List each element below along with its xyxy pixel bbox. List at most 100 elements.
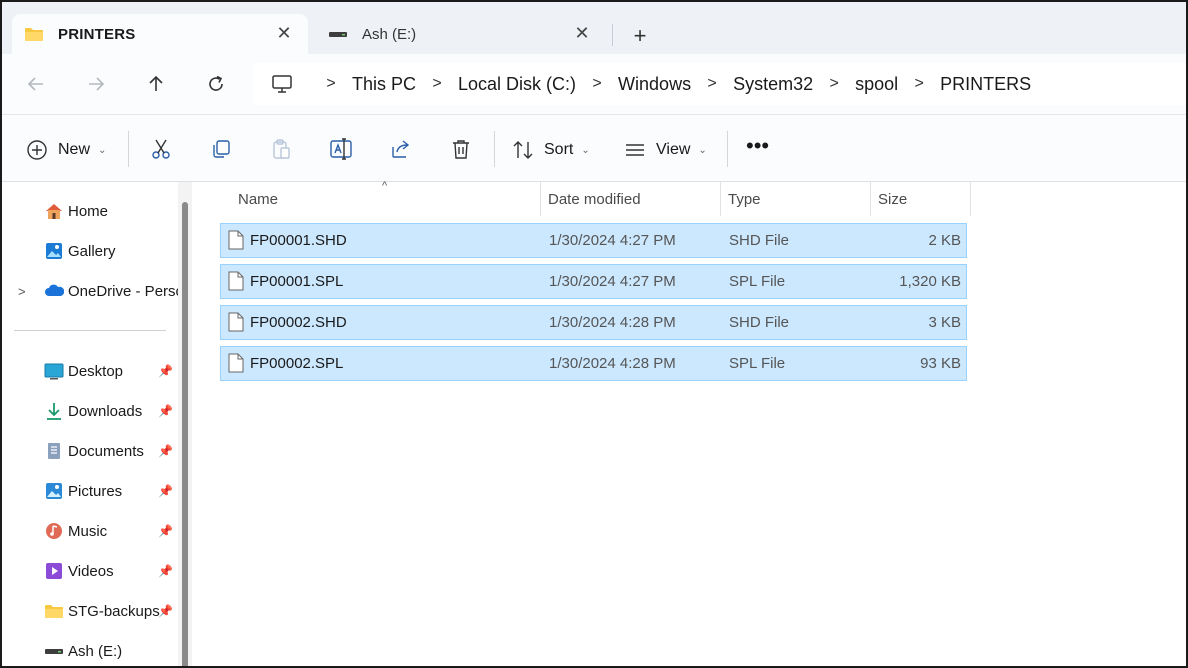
sidebar-item-label: Home bbox=[68, 202, 109, 220]
chevron-right-icon[interactable]: > bbox=[904, 75, 934, 93]
more-options-icon[interactable]: ••• bbox=[746, 131, 769, 161]
chevron-right-icon[interactable]: > bbox=[582, 75, 612, 93]
column-divider[interactable] bbox=[540, 182, 541, 216]
pin-icon[interactable]: 📌 bbox=[158, 404, 173, 418]
column-divider[interactable] bbox=[970, 182, 971, 216]
file-row[interactable]: FP00002.SHD 1/30/2024 4:28 PM SHD File 3… bbox=[220, 305, 967, 340]
pin-icon[interactable]: 📌 bbox=[158, 484, 173, 498]
column-header-name[interactable]: Name bbox=[238, 182, 278, 216]
breadcrumb-spool[interactable]: spool bbox=[855, 74, 898, 95]
sidebar-item-onedrive[interactable]: > OneDrive - Perso bbox=[2, 273, 178, 309]
sidebar-item-downloads[interactable]: Downloads 📌 bbox=[2, 393, 178, 429]
new-button[interactable]: New ⌄ bbox=[26, 135, 106, 165]
chevron-down-icon: ⌄ bbox=[581, 144, 590, 156]
sidebar-scrollbar-thumb[interactable] bbox=[182, 202, 188, 666]
back-button[interactable] bbox=[20, 68, 52, 100]
videos-icon bbox=[46, 563, 62, 579]
file-date-modified: 1/30/2024 4:27 PM bbox=[549, 232, 676, 249]
address-bar[interactable]: > This PC > Local Disk (C:) > Windows > … bbox=[254, 63, 1186, 105]
sidebar-item-videos[interactable]: Videos 📌 bbox=[2, 553, 178, 589]
up-button[interactable] bbox=[140, 68, 172, 100]
tab-printers[interactable]: PRINTERS ✕ bbox=[12, 14, 308, 54]
toolbar-divider bbox=[128, 131, 129, 167]
file-icon bbox=[228, 230, 244, 250]
file-type: SPL File bbox=[729, 273, 786, 290]
pin-icon[interactable]: 📌 bbox=[158, 364, 173, 378]
file-type: SPL File bbox=[729, 355, 786, 372]
chevron-right-icon[interactable]: > bbox=[697, 75, 727, 93]
delete-icon[interactable] bbox=[449, 137, 473, 161]
close-tab-icon[interactable]: ✕ bbox=[274, 23, 294, 43]
chevron-right-icon[interactable]: > bbox=[422, 75, 452, 93]
sidebar-item-stg-backups[interactable]: STG-backups 📌 bbox=[2, 593, 178, 629]
forward-button[interactable] bbox=[80, 68, 112, 100]
sort-ascending-icon: ^ bbox=[382, 180, 388, 192]
file-name: FP00002.SHD bbox=[250, 314, 347, 331]
share-icon[interactable] bbox=[389, 137, 413, 161]
drive-icon bbox=[45, 649, 63, 654]
pin-icon[interactable]: 📌 bbox=[158, 564, 173, 578]
new-tab-button[interactable]: + bbox=[626, 22, 654, 50]
file-row[interactable]: FP00001.SHD 1/30/2024 4:27 PM SHD File 2… bbox=[220, 223, 967, 258]
pin-icon[interactable]: 📌 bbox=[158, 524, 173, 538]
breadcrumb-system32[interactable]: System32 bbox=[733, 74, 813, 95]
column-header-type[interactable]: Type bbox=[728, 182, 761, 216]
plus-circle-icon bbox=[27, 140, 47, 160]
file-row[interactable]: FP00002.SPL 1/30/2024 4:28 PM SPL File 9… bbox=[220, 346, 967, 381]
file-icon bbox=[228, 353, 244, 373]
chevron-right-icon[interactable]: > bbox=[18, 284, 26, 299]
sort-button[interactable]: Sort ⌄ bbox=[512, 135, 590, 165]
chevron-right-icon[interactable]: > bbox=[316, 75, 346, 93]
view-button[interactable]: View ⌄ bbox=[624, 135, 707, 165]
rename-icon[interactable] bbox=[329, 137, 353, 161]
command-bar: New ⌄ Sort ⌄ View ⌄ ••• bbox=[2, 114, 1186, 182]
onedrive-icon bbox=[45, 284, 64, 296]
file-name: FP00001.SPL bbox=[250, 273, 344, 290]
view-label: View bbox=[656, 141, 691, 158]
file-explorer-window: PRINTERS ✕ Ash (E:) ✕ + > This PC > Loca… bbox=[0, 0, 1188, 668]
file-type: SHD File bbox=[729, 314, 790, 331]
file-date-modified: 1/30/2024 4:27 PM bbox=[549, 273, 676, 290]
file-row[interactable]: FP00001.SPL 1/30/2024 4:27 PM SPL File 1… bbox=[220, 264, 967, 299]
breadcrumb-this-pc[interactable]: This PC bbox=[352, 74, 416, 95]
cut-icon[interactable] bbox=[149, 137, 173, 161]
chevron-down-icon: ⌄ bbox=[98, 144, 107, 156]
sidebar-divider bbox=[14, 330, 166, 331]
drive-icon bbox=[328, 26, 348, 42]
folder-icon bbox=[45, 605, 63, 618]
sidebar-item-pictures[interactable]: Pictures 📌 bbox=[2, 473, 178, 509]
breadcrumb-local-disk[interactable]: Local Disk (C:) bbox=[458, 74, 576, 95]
breadcrumb-windows[interactable]: Windows bbox=[618, 74, 691, 95]
sidebar-item-gallery[interactable]: Gallery bbox=[2, 233, 178, 269]
sidebar-item-label: OneDrive - Perso bbox=[68, 282, 178, 300]
file-date-modified: 1/30/2024 4:28 PM bbox=[549, 355, 676, 372]
sidebar-item-music[interactable]: Music 📌 bbox=[2, 513, 178, 549]
new-label: New bbox=[58, 141, 91, 158]
column-divider[interactable] bbox=[870, 182, 871, 216]
tab-ash-drive[interactable]: Ash (E:) ✕ bbox=[316, 14, 606, 54]
folder-icon bbox=[24, 26, 44, 42]
chevron-right-icon[interactable]: > bbox=[819, 75, 849, 93]
breadcrumb-printers[interactable]: PRINTERS bbox=[940, 74, 1031, 95]
sidebar-item-desktop[interactable]: Desktop 📌 bbox=[2, 353, 178, 389]
pin-icon[interactable]: 📌 bbox=[158, 444, 173, 458]
close-tab-icon[interactable]: ✕ bbox=[572, 23, 592, 43]
copy-icon[interactable] bbox=[209, 137, 233, 161]
column-header-size[interactable]: Size bbox=[878, 182, 907, 216]
pin-icon[interactable]: 📌 bbox=[158, 604, 173, 618]
sort-label: Sort bbox=[544, 141, 574, 158]
column-header-date[interactable]: Date modified bbox=[548, 182, 641, 216]
file-icon bbox=[228, 271, 244, 291]
toolbar-divider bbox=[727, 131, 728, 167]
paste-icon[interactable] bbox=[269, 137, 293, 161]
view-icon bbox=[626, 144, 644, 156]
sidebar-item-ash-drive[interactable]: Ash (E:) bbox=[2, 633, 178, 666]
sidebar-item-documents[interactable]: Documents 📌 bbox=[2, 433, 178, 469]
pictures-icon bbox=[46, 483, 62, 499]
sidebar-item-label: Ash (E:) bbox=[68, 642, 123, 660]
column-divider[interactable] bbox=[720, 182, 721, 216]
file-size: 1,320 KB bbox=[899, 273, 961, 290]
this-pc-icon[interactable] bbox=[270, 74, 294, 94]
sidebar-item-home[interactable]: Home bbox=[2, 193, 178, 229]
refresh-button[interactable] bbox=[200, 68, 232, 100]
